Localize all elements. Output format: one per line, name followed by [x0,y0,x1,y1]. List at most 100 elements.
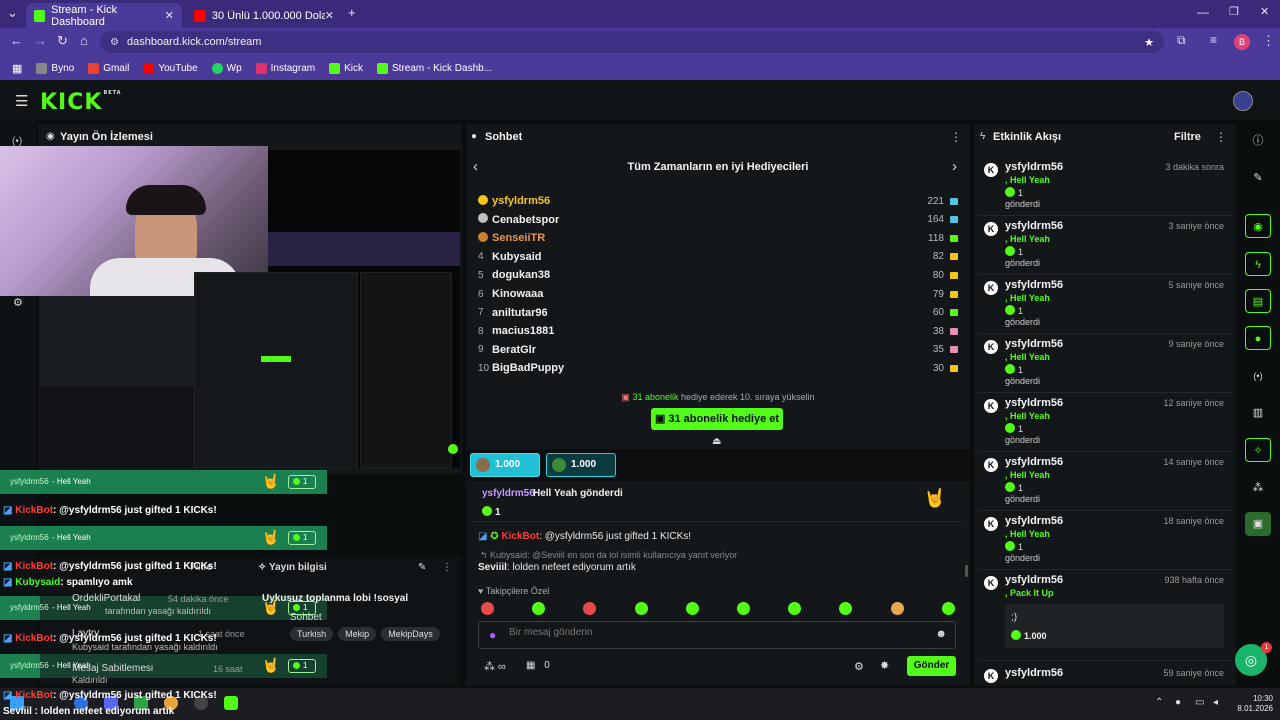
volume-icon[interactable]: ◂ [1213,697,1218,708]
url-input[interactable]: ⚙ dashboard.kick.com/stream ★ [100,31,1164,53]
reply-reference[interactable]: ↰ Kubysaid: @Seviiil en son da lol isiml… [480,550,737,561]
leaderboard-username[interactable]: Kinowaaa [492,288,543,300]
leaderboard-row[interactable]: ysfyldrm56 221 [478,192,958,210]
microphone-tray-icon[interactable]: ● [1175,697,1181,708]
leaderboard-row[interactable]: Cenabetspor 164 [478,211,958,229]
filter-button[interactable]: Filtre [1174,131,1201,143]
chat-menu-icon[interactable]: ⋮ [950,130,962,144]
activity-toggle-icon[interactable]: ϟ [1245,252,1271,276]
activity-item[interactable]: Kysfyldrm56 3 dakika sonra , Hell Yeah 1 gön… [978,157,1232,216]
activity-menu-icon[interactable]: ⋮ [1215,130,1227,144]
collapse-icon[interactable]: ⏏ [712,436,721,447]
kick-logo[interactable]: KICKBETA [40,90,122,115]
emote-icon[interactable] [481,602,494,615]
share-icon[interactable]: ⁂ [1245,476,1271,500]
bookmark-star-icon[interactable]: ★ [1144,36,1154,49]
goal-chip-1[interactable]: 1.000 [470,453,540,477]
leaderboard-row[interactable]: 8 macius1881 38 [478,322,958,340]
microphone-icon[interactable]: ● [489,628,496,642]
leaderboard-row[interactable]: 9 BeratGlr 35 [478,341,958,359]
settings-gear-icon[interactable]: ⚙ [13,296,23,309]
leaderboard-username[interactable]: BigBadPuppy [492,362,564,374]
chat-settings-icon[interactable]: ⚙ [854,660,864,673]
gift-subs-button[interactable]: ▣ 31 abonelik hediye et [651,408,783,430]
forward-icon[interactable]: → [34,33,47,48]
leaderboard-row[interactable]: SenseiiTR 118 [478,229,958,247]
bookmark-instagram[interactable]: Instagram [255,62,315,74]
window-close-icon[interactable]: ✕ [1260,5,1269,18]
preview-toggle-icon[interactable]: ◉ [1245,214,1271,238]
leaderboard-next-icon[interactable]: › [952,158,957,175]
leaderboard-username[interactable]: macius1881 [492,325,554,337]
gift-count[interactable]: ▦ 0 [526,660,550,671]
edit-pencil-icon[interactable]: ✎ [1245,166,1271,190]
activity-item[interactable]: Kysfyldrm56 14 saniye önce , Hell Yeah 1 gön… [978,452,1232,511]
leaderboard-username[interactable]: dogukan38 [492,269,550,281]
site-info-icon[interactable]: ⚙ [110,37,119,48]
leaderboard-row[interactable]: 4 Kubysaid 82 [478,248,958,266]
bookmark-wp[interactable]: Wp [211,62,242,74]
chat-scrollbar[interactable] [965,565,968,577]
leaderboard-username[interactable]: Cenabetspor [492,214,559,226]
emote-icon[interactable] [737,602,750,615]
bookmark-byno[interactable]: Byno [36,62,74,74]
activity-item[interactable]: Kysfyldrm56 5 saniye önce , Hell Yeah 1 gönd… [978,275,1232,334]
infinity-icon[interactable]: ⁂ ∞ [484,660,506,673]
bookmark-gmail[interactable]: Gmail [88,62,129,74]
broadcast-toggle-icon[interactable]: (•) [1245,364,1271,388]
star-burst-icon[interactable]: ✸ [880,659,889,672]
minimize-icon[interactable]: — [1197,5,1209,19]
user-avatar[interactable] [1233,91,1253,111]
browser-menu-icon[interactable]: ⋮ [1262,33,1275,49]
activity-item[interactable]: Kysfyldrm56 12 saniye önce , Hell Yeah 1 gön… [978,393,1232,452]
leaderboard-row[interactable]: 10 BigBadPuppy 30 [478,359,958,377]
hamburger-menu-icon[interactable]: ☰ [15,92,28,110]
notes-toggle-icon[interactable]: ▤ [1245,289,1271,313]
wrench-icon[interactable]: ✧ [1245,438,1271,462]
back-icon[interactable]: ← [10,33,23,48]
activity-item-pack-it-up[interactable]: K ysfyldrm56 938 hafta önce , Pack It Up… [978,570,1232,661]
leaderboard-row[interactable]: 7 aniltutar96 60 [478,304,958,322]
leaderboard-username[interactable]: BeratGlr [492,344,536,356]
send-button[interactable]: Gönder [907,656,956,676]
leaderboard-row[interactable]: 5 dogukan38 80 [478,266,958,284]
close-tab-icon[interactable]: ✕ [165,9,174,22]
network-icon[interactable]: ▭ [1195,697,1204,708]
home-icon[interactable]: ⌂ [80,33,88,48]
emote-icon[interactable] [941,602,955,615]
new-tab-button[interactable]: + [348,5,356,20]
message-input[interactable] [509,627,909,638]
leaderboard-row[interactable]: 6 Kinowaaa 79 [478,285,958,303]
taskbar-app-icon[interactable] [224,696,238,710]
tab-kick-dashboard[interactable]: Stream - Kick Dashboard ✕ [26,3,182,28]
seviiil-username[interactable]: Seviiil [478,562,507,573]
emote-icon[interactable] [685,602,699,615]
leaderboard-username[interactable]: aniltutar96 [492,307,548,319]
tab-youtube-video[interactable]: 30 Ünlü 1.000.000 Dolar için Ya... ✕ [186,3,342,28]
chat-input[interactable]: ● ☻ [478,621,956,649]
clock[interactable]: 10:30 8.01.2026 [1235,694,1273,714]
goal-chip-2[interactable]: 1.000 [546,453,616,477]
kickbot-username[interactable]: KickBot [501,531,539,542]
activity-item[interactable]: Kysfyldrm56 18 saniye önce , Hell Yeah 1 gön… [978,511,1232,570]
extensions-icon[interactable]: ⧉ [1177,33,1186,48]
bookmark-youtube[interactable]: YouTube [143,62,198,74]
info-icon[interactable]: ⓘ [1245,129,1271,153]
emote-icon[interactable] [890,602,904,615]
extension-app-icon[interactable]: ▣ [1245,512,1271,536]
tray-chevron-icon[interactable]: ⌃ [1155,697,1163,708]
activity-item[interactable]: Kysfyldrm56 3 saniye önce , Hell Yeah 1 gönd… [978,216,1232,275]
leaderboard-username[interactable]: ysfyldrm56 [492,195,550,207]
media-icon[interactable]: ≡ [1210,33,1217,47]
chat-toggle-icon[interactable]: ● [1245,326,1271,350]
emote-icon[interactable] [634,602,648,615]
activity-item-last[interactable]: K ysfyldrm56 59 saniye önce [978,663,1232,685]
maximize-icon[interactable]: ❐ [1229,5,1239,18]
profile-avatar[interactable]: B [1234,34,1250,50]
activity-item[interactable]: Kysfyldrm56 9 saniye önce , Hell Yeah 1 gönd… [978,334,1232,393]
bookmark-stream-dashboard[interactable]: Stream - Kick Dashb... [377,62,492,74]
layout-icon[interactable]: ▥ [1245,401,1271,425]
tab-search-icon[interactable]: ⌄ [7,5,18,21]
close-tab-icon[interactable]: ✕ [325,9,334,22]
reload-icon[interactable]: ↻ [57,33,68,49]
